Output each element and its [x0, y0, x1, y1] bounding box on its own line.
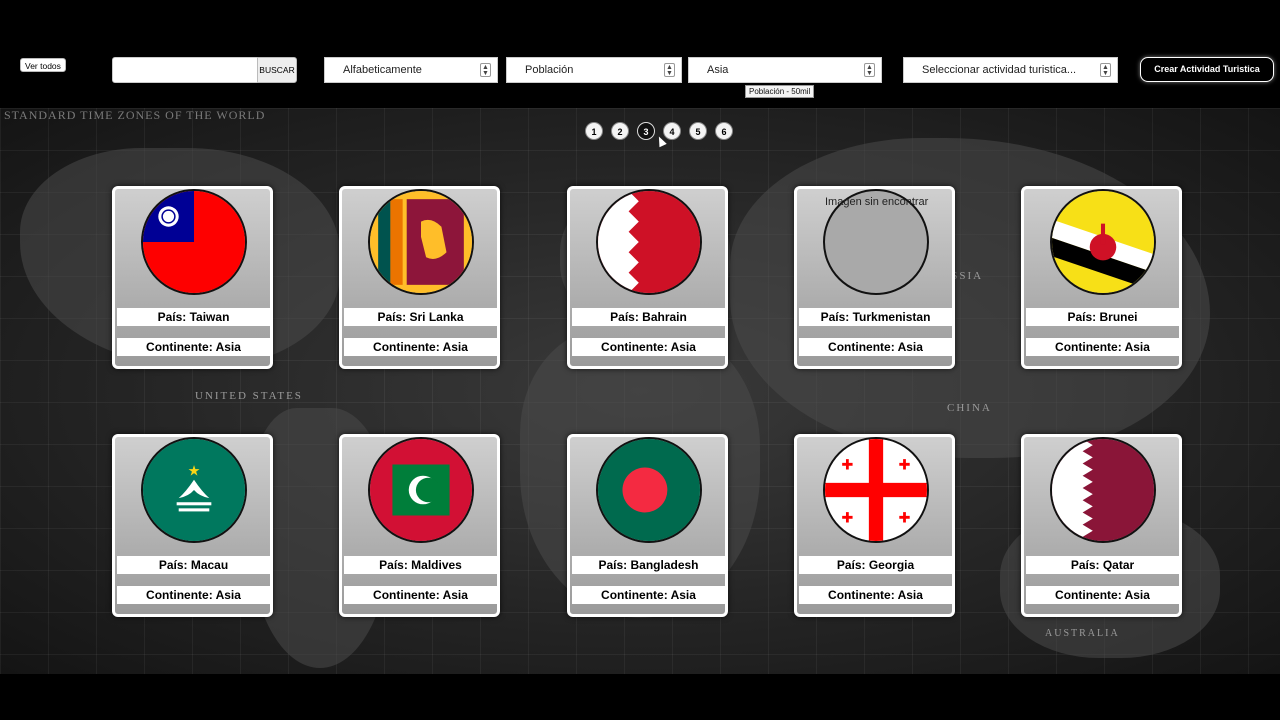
country-name: País: Georgia — [799, 556, 952, 574]
activity-select-value: Seleccionar actividad turistica... — [922, 64, 1077, 76]
ver-todos-button[interactable]: Ver todos — [20, 58, 66, 72]
maldives-flag-icon — [368, 437, 474, 543]
chevron-updown-icon: ▲ ▼ — [864, 63, 875, 77]
page-button-2[interactable]: 2 — [611, 122, 629, 140]
country-name: País: Taiwan — [117, 308, 270, 326]
country-name: País: Turkmenistan — [799, 308, 952, 326]
order-select[interactable]: Alfabeticamente ▲ ▼ — [324, 57, 498, 83]
page-button-4[interactable]: 4 — [663, 122, 681, 140]
country-continent: Continente: Asia — [799, 338, 952, 356]
page-button-3[interactable]: 3 — [637, 122, 655, 140]
country-name: País: Macau — [117, 556, 270, 574]
activity-select[interactable]: Seleccionar actividad turistica... ▲ ▼ — [903, 57, 1118, 83]
chevron-updown-icon: ▲ ▼ — [664, 63, 675, 77]
country-card-qatar[interactable]: País: Qatar Continente: Asia — [1021, 434, 1182, 617]
country-card-bangladesh[interactable]: País: Bangladesh Continente: Asia — [567, 434, 728, 617]
country-card-georgia[interactable]: ✚ ✚ ✚ ✚ País: Georgia Continente: Asia — [794, 434, 955, 617]
bottom-bar — [0, 674, 1280, 720]
page-button-5[interactable]: 5 — [689, 122, 707, 140]
population-select[interactable]: Población ▲ ▼ — [506, 57, 682, 83]
country-name: País: Sri Lanka — [344, 308, 497, 326]
top-toolbar: Ver todos BUSCAR Alfabeticamente ▲ ▼ Pobl… — [0, 0, 1280, 108]
country-card-taiwan[interactable]: País: Taiwan Continente: Asia — [112, 186, 273, 369]
page-button-6[interactable]: 6 — [715, 122, 733, 140]
chevron-updown-icon: ▲ ▼ — [1100, 63, 1111, 77]
country-name: País: Bahrain — [572, 308, 725, 326]
country-card-bahrain[interactable]: País: Bahrain Continente: Asia — [567, 186, 728, 369]
bahrain-flag-icon — [596, 189, 702, 295]
country-card-macau[interactable]: ★ País: Macau Continente: Asia — [112, 434, 273, 617]
georgia-flag-icon: ✚ ✚ ✚ ✚ — [823, 437, 929, 543]
svg-text:✚: ✚ — [841, 458, 853, 474]
population-tooltip: Población - 50mil — [745, 85, 815, 98]
country-continent: Continente: Asia — [799, 586, 952, 604]
macau-flag-icon: ★ — [141, 437, 247, 543]
taiwan-flag-icon — [141, 189, 247, 295]
bangladesh-flag-icon — [596, 437, 702, 543]
missing-image-text: Imagen sin encontrar — [825, 196, 929, 208]
country-continent: Continente: Asia — [117, 338, 270, 356]
search-input[interactable] — [112, 57, 258, 83]
country-card-maldives[interactable]: País: Maldives Continente: Asia — [339, 434, 500, 617]
country-continent: Continente: Asia — [344, 586, 497, 604]
map-title: STANDARD TIME ZONES OF THE WORLD — [4, 108, 266, 122]
svg-text:✚: ✚ — [899, 511, 911, 527]
country-name: País: Brunei — [1026, 308, 1179, 326]
chevron-updown-icon: ▲ ▼ — [480, 63, 491, 77]
country-card-brunei[interactable]: País: Brunei Continente: Asia — [1021, 186, 1182, 369]
country-continent: Continente: Asia — [572, 586, 725, 604]
continent-select-value: Asia — [707, 64, 729, 76]
svg-text:✚: ✚ — [899, 458, 911, 474]
country-continent: Continente: Asia — [572, 338, 725, 356]
country-continent: Continente: Asia — [117, 586, 270, 604]
country-name: País: Qatar — [1026, 556, 1179, 574]
svg-text:✚: ✚ — [841, 511, 853, 527]
create-activity-button[interactable]: Crear Actividad Turistica — [1140, 57, 1274, 82]
country-card-sri-lanka[interactable]: País: Sri Lanka Continente: Asia — [339, 186, 500, 369]
country-continent: Continente: Asia — [1026, 338, 1179, 356]
map-label-australia: AUSTRALIA — [1045, 628, 1120, 639]
page-button-1[interactable]: 1 — [585, 122, 603, 140]
country-card-turkmenistan[interactable]: Imagen sin encontrar País: Turkmenistan … — [794, 186, 955, 369]
map-label-us: UNITED STATES — [195, 390, 303, 402]
country-name: País: Bangladesh — [572, 556, 725, 574]
country-continent: Continente: Asia — [1026, 586, 1179, 604]
qatar-flag-icon — [1050, 437, 1156, 543]
sri-lanka-flag-icon — [368, 189, 474, 295]
order-select-value: Alfabeticamente — [343, 64, 422, 76]
country-continent: Continente: Asia — [344, 338, 497, 356]
brunei-flag-icon — [1050, 189, 1156, 295]
population-select-value: Población — [525, 64, 574, 76]
country-name: País: Maldives — [344, 556, 497, 574]
continent-select[interactable]: Asia ▲ ▼ — [688, 57, 882, 83]
svg-text:★: ★ — [188, 464, 201, 480]
buscar-button[interactable]: BUSCAR — [257, 57, 297, 83]
map-label-china: CHINA — [947, 402, 992, 414]
